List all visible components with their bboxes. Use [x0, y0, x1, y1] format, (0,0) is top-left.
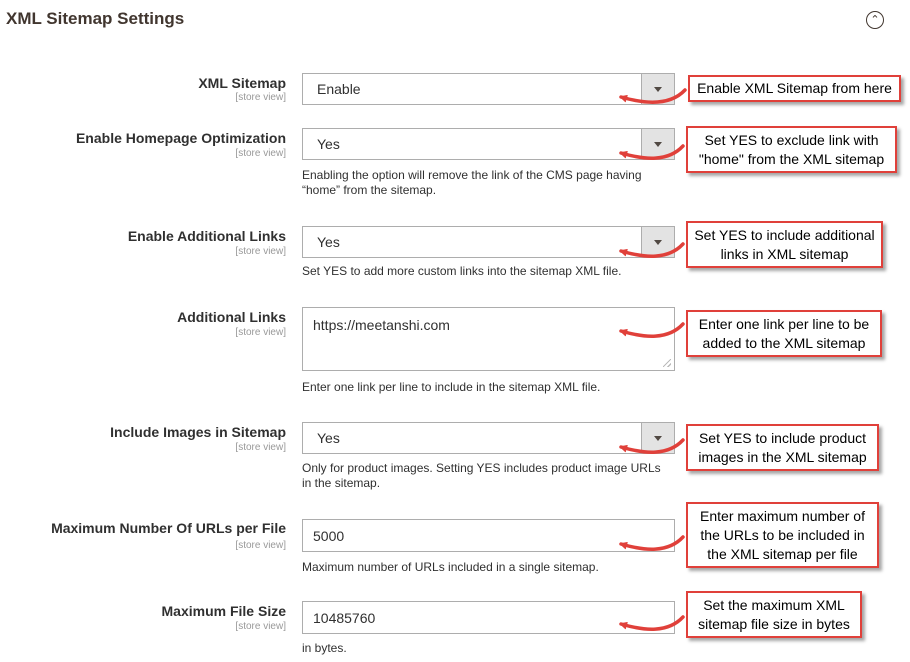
arrow-enable-additional-links	[619, 242, 685, 258]
arrow-homepage-optimization	[619, 144, 685, 160]
annotation-arrows	[619, 88, 687, 631]
arrow-xml-sitemap	[619, 88, 687, 104]
arrow-additional-links	[619, 322, 685, 338]
arrow-max-urls	[619, 535, 685, 551]
arrow-max-file-size	[619, 615, 685, 631]
arrow-include-images	[619, 438, 685, 454]
